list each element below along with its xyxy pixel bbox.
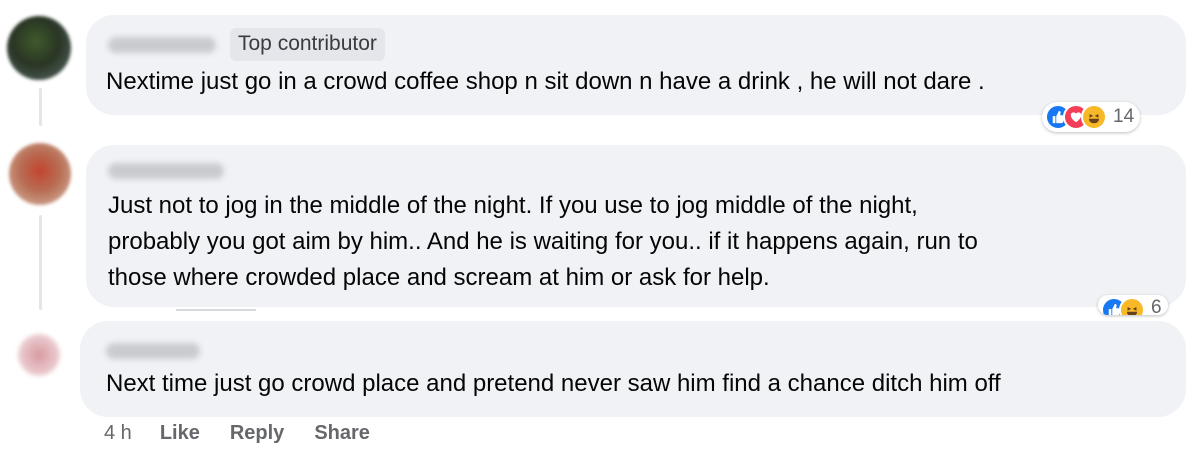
comment-text-line: those where crowded place and scream at … <box>108 264 770 291</box>
comment-actions: 4 h Like Reply Share <box>104 422 400 445</box>
comment-timestamp[interactable]: 4 h <box>104 422 132 445</box>
haha-reaction-icon <box>1119 297 1145 315</box>
haha-reaction-icon <box>1081 104 1107 130</box>
reaction-count: 14 <box>1113 106 1135 127</box>
comment-text-line: probably you got aim by him.. And he is … <box>108 228 978 255</box>
collapsed-divider <box>176 309 256 311</box>
comment-author[interactable] <box>108 163 224 179</box>
avatar[interactable] <box>18 334 60 376</box>
comment-author[interactable] <box>106 343 200 359</box>
comment-bubble: Just not to jog in the middle of the nig… <box>86 145 1186 307</box>
comment-author[interactable] <box>108 37 216 53</box>
comment-text: Nextime just go in a crowd coffee shop n… <box>106 68 985 95</box>
avatar[interactable] <box>7 16 71 80</box>
thread-line <box>39 215 42 310</box>
reaction-summary[interactable]: 6 <box>1098 295 1168 315</box>
comment-text: Next time just go crowd place and preten… <box>106 370 1001 397</box>
top-contributor-badge: Top contributor <box>230 28 385 61</box>
like-button[interactable]: Like <box>160 422 200 445</box>
comment-bubble: Top contributor Nextime just go in a cro… <box>86 15 1186 115</box>
comment-bubble: Next time just go crowd place and preten… <box>80 321 1186 417</box>
reaction-summary[interactable]: 14 <box>1042 102 1141 132</box>
reaction-count: 6 <box>1151 297 1162 315</box>
avatar[interactable] <box>9 143 71 205</box>
comment-text-line: Just not to jog in the middle of the nig… <box>108 192 918 219</box>
thread-line <box>39 88 42 126</box>
reply-button[interactable]: Reply <box>230 422 284 445</box>
share-button[interactable]: Share <box>314 422 370 445</box>
